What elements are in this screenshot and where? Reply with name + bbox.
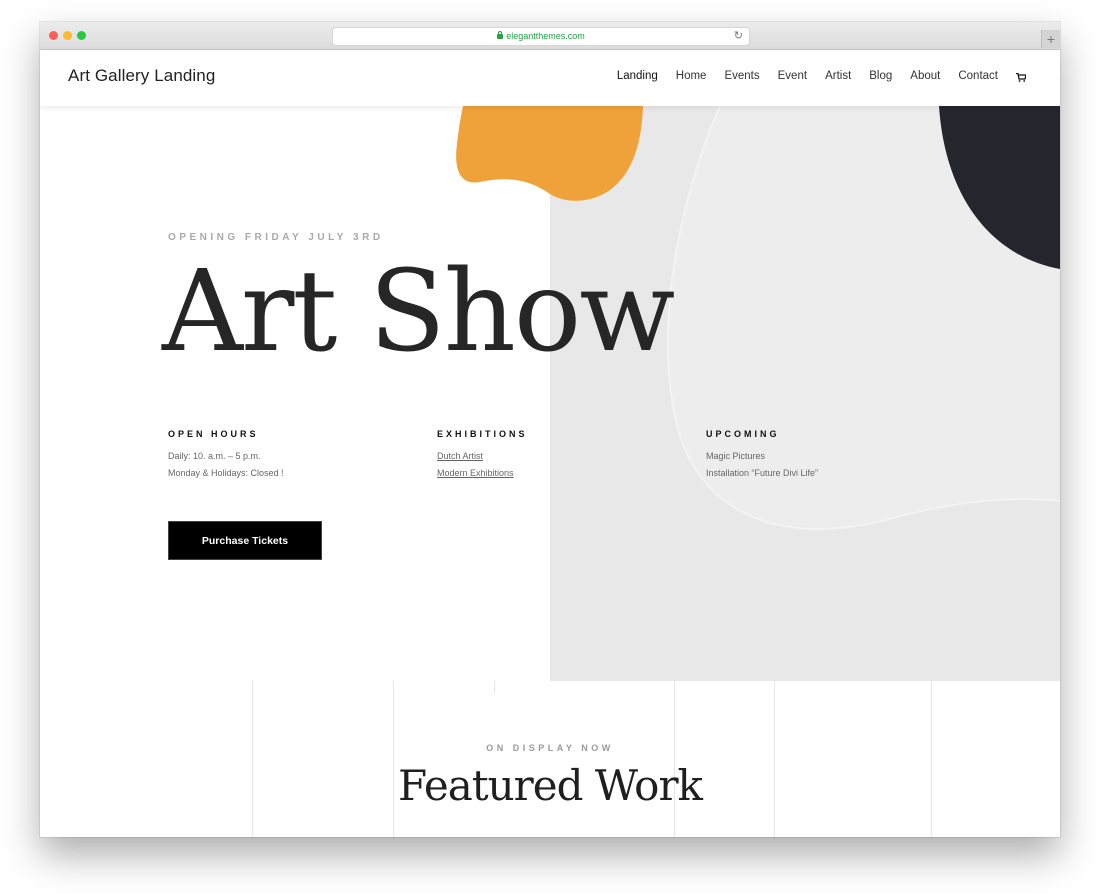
nav-item-events[interactable]: Events xyxy=(724,70,759,82)
grid-divider xyxy=(931,681,932,837)
nav-item-artist[interactable]: Artist xyxy=(825,70,851,82)
browser-window: elegantthemes.com ↻ + Art Gallery Landin… xyxy=(40,22,1060,837)
upcoming-line: Installation “Future Divi Life” xyxy=(706,468,819,478)
browser-chrome: elegantthemes.com ↻ + xyxy=(40,22,1060,50)
nav-item-about[interactable]: About xyxy=(910,70,940,82)
upcoming-column: UPCOMING Magic Pictures Installation “Fu… xyxy=(706,429,946,485)
maximize-window-icon[interactable] xyxy=(77,31,86,40)
exhibitions-column: EXHIBITIONS Dutch Artist Modern Exhibiti… xyxy=(437,429,677,485)
site-header: Art Gallery Landing Landing Home Events … xyxy=(40,50,1060,106)
featured-section: ON DISPLAY NOW Featured Work xyxy=(40,681,1060,837)
upcoming-line: Magic Pictures xyxy=(706,451,766,461)
open-hours-heading: OPEN HOURS xyxy=(168,429,259,439)
lock-icon xyxy=(497,31,504,39)
featured-eyebrow: ON DISPLAY NOW xyxy=(486,743,614,753)
close-window-icon[interactable] xyxy=(49,31,58,40)
nav-item-event[interactable]: Event xyxy=(778,70,807,82)
url-text: elegantthemes.com xyxy=(506,31,585,41)
site-title[interactable]: Art Gallery Landing xyxy=(68,66,215,86)
nav-item-home[interactable]: Home xyxy=(676,70,707,82)
grid-divider xyxy=(774,681,775,837)
open-hours-line: Monday & Holidays: Closed ! xyxy=(168,468,284,478)
new-tab-button[interactable]: + xyxy=(1041,30,1060,48)
open-hours-column: OPEN HOURS Daily: 10. a.m. – 5 p.m. Mond… xyxy=(168,429,408,485)
grid-divider xyxy=(393,681,394,837)
address-bar[interactable]: elegantthemes.com ↻ xyxy=(332,27,750,46)
exhibition-link-modern[interactable]: Modern Exhibitions xyxy=(437,468,677,479)
nav-item-landing[interactable]: Landing xyxy=(617,70,658,82)
open-hours-line: Daily: 10. a.m. – 5 p.m. xyxy=(168,451,261,461)
purchase-tickets-button[interactable]: Purchase Tickets xyxy=(168,521,322,560)
upcoming-heading: UPCOMING xyxy=(706,429,780,439)
grid-divider xyxy=(252,681,253,837)
hero-section: OPENING FRIDAY JULY 3RD Art Show OPEN HO… xyxy=(40,106,1060,681)
minimize-window-icon[interactable] xyxy=(63,31,72,40)
grid-divider xyxy=(494,681,495,693)
main-nav: Landing Home Events Event Artist Blog Ab… xyxy=(617,70,1026,82)
featured-title: Featured Work xyxy=(398,761,703,810)
hero-title: Art Show xyxy=(162,247,675,377)
grid-divider xyxy=(674,681,675,837)
reload-icon[interactable]: ↻ xyxy=(734,28,743,45)
orange-blob-shape xyxy=(456,106,643,201)
cart-icon[interactable] xyxy=(1016,72,1026,82)
exhibition-link-dutch-artist[interactable]: Dutch Artist xyxy=(437,451,677,462)
exhibitions-heading: EXHIBITIONS xyxy=(437,429,528,439)
nav-item-blog[interactable]: Blog xyxy=(869,70,892,82)
decorative-shapes xyxy=(456,106,1060,530)
opening-date: OPENING FRIDAY JULY 3RD xyxy=(168,232,384,243)
nav-item-contact[interactable]: Contact xyxy=(958,70,998,82)
